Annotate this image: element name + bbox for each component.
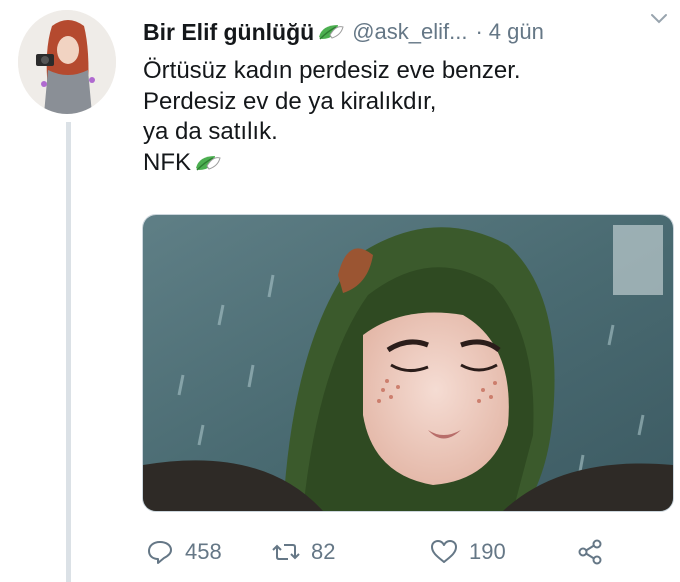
share-button[interactable]: [575, 532, 605, 572]
tweet-line: ya da satılık.: [143, 118, 278, 145]
like-button[interactable]: 190: [429, 532, 506, 572]
like-count: 190: [469, 539, 506, 564]
tweet-header: Bir Elif günlüğü @ask_elif... · 4 gün: [143, 14, 673, 50]
display-name[interactable]: Bir Elif günlüğü: [143, 19, 314, 46]
illustration: [143, 215, 673, 511]
separator-dot: ·: [475, 19, 483, 44]
retweet-count: 82: [311, 539, 336, 564]
tweet-line-last: NFK: [143, 148, 663, 179]
avatar-image: [18, 10, 116, 114]
share-icon: [578, 539, 602, 565]
leaf-icon: [196, 156, 221, 171]
reply-count: 458: [185, 539, 222, 564]
thread-line: [66, 122, 71, 582]
timestamp[interactable]: 4 gün: [489, 19, 544, 45]
tweet-line: NFK: [143, 148, 191, 176]
reply-icon: [148, 541, 172, 564]
tweet-actions: 458 82 190: [145, 532, 665, 572]
tweet-line: Perdesiz ev de ya kiralıkdır,: [143, 87, 437, 115]
tweet-line: Örtüsüz kadın perdesiz eve benzer.: [143, 57, 521, 84]
tweet-media-image[interactable]: [142, 214, 674, 512]
user-handle[interactable]: @ask_elif...: [352, 19, 467, 45]
leaf-icon: [319, 25, 344, 40]
retweet-icon: [272, 544, 300, 560]
retweet-button[interactable]: 82: [271, 532, 335, 572]
heart-icon: [431, 540, 457, 563]
reply-button[interactable]: 458: [145, 532, 222, 572]
chevron-down-icon[interactable]: [648, 8, 670, 30]
avatar[interactable]: [18, 10, 116, 114]
tweet-text: Örtüsüz kadın perdesiz eve benzer. Perde…: [143, 56, 663, 178]
